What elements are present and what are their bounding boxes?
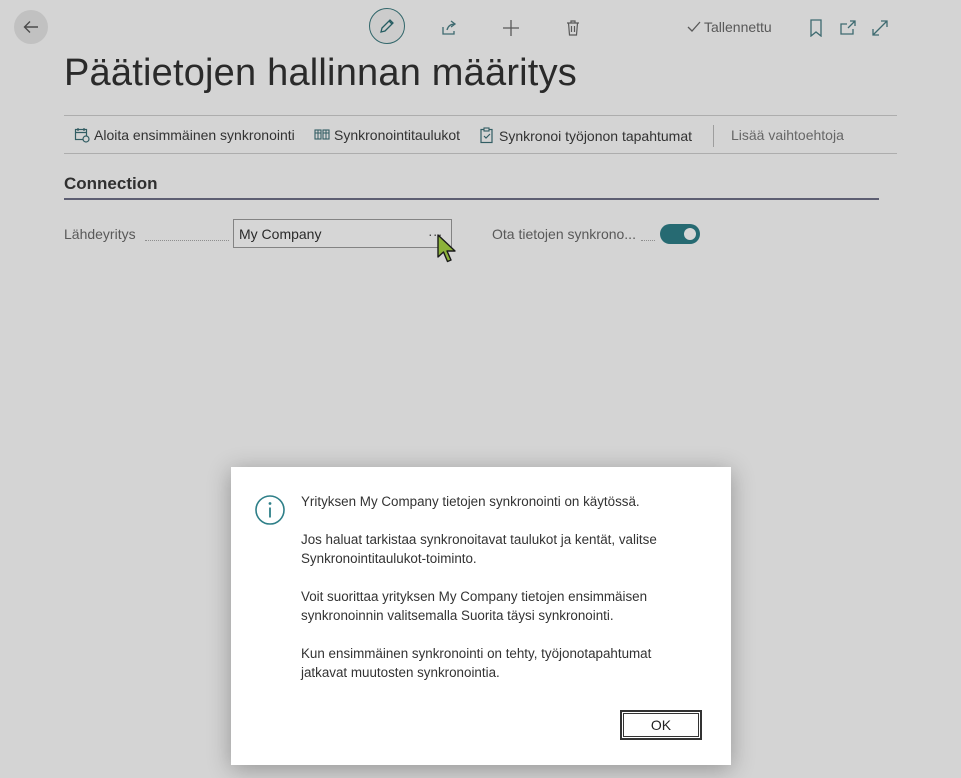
dialog-text-line: Yrityksen My Company tietojen synkronoin… xyxy=(301,494,640,509)
dialog-text-line: Kun ensimmäinen synkronointi on tehty, t… xyxy=(301,646,652,661)
dialog-text-line: Synkronointitaulukot-toiminto. xyxy=(301,551,477,566)
dialog-text-line: Voit suorittaa yrityksen My Company tiet… xyxy=(301,589,648,604)
info-icon xyxy=(255,495,285,525)
dialog-text-line: synkronoinnin valitsemalla Suorita täysi… xyxy=(301,608,614,623)
info-dialog: Yrityksen My Company tietojen synkronoin… xyxy=(231,467,731,765)
dialog-text-line: jatkavat muutosten synkronointia. xyxy=(301,665,500,680)
mouse-cursor-icon xyxy=(437,234,456,263)
dialog-message-4: Kun ensimmäinen synkronointi on tehty, t… xyxy=(301,644,651,682)
ok-button[interactable]: OK xyxy=(620,710,702,740)
dialog-message-3: Voit suorittaa yrityksen My Company tiet… xyxy=(301,587,647,625)
dialog-message-1: Yrityksen My Company tietojen synkronoin… xyxy=(301,492,640,511)
dialog-text-line: Jos haluat tarkistaa synkronoitavat taul… xyxy=(301,532,657,547)
dialog-message-2: Jos haluat tarkistaa synkronoitavat taul… xyxy=(301,530,657,568)
